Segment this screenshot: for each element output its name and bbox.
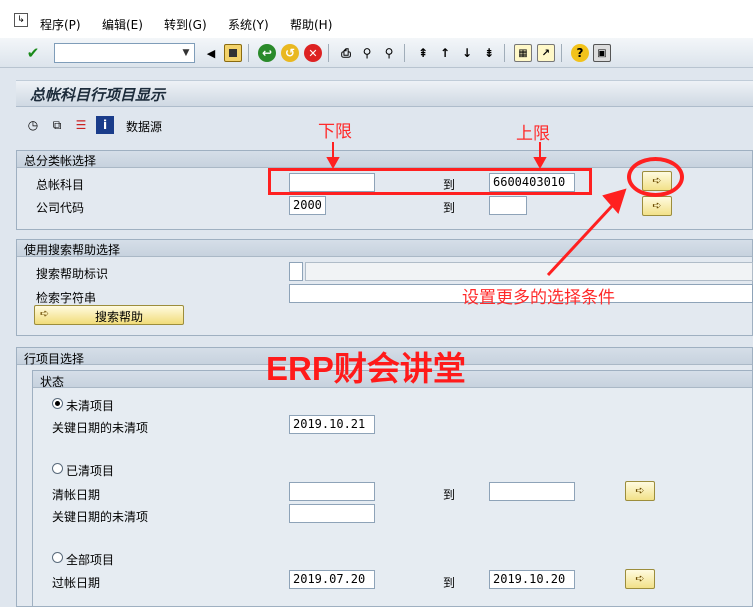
more-conditions-arrowhead — [602, 188, 627, 214]
upper-limit-arrowhead — [533, 157, 547, 170]
more-conditions-arrow — [546, 204, 614, 277]
lower-limit-arrowhead — [326, 157, 340, 170]
annotation-arrows — [326, 142, 627, 277]
